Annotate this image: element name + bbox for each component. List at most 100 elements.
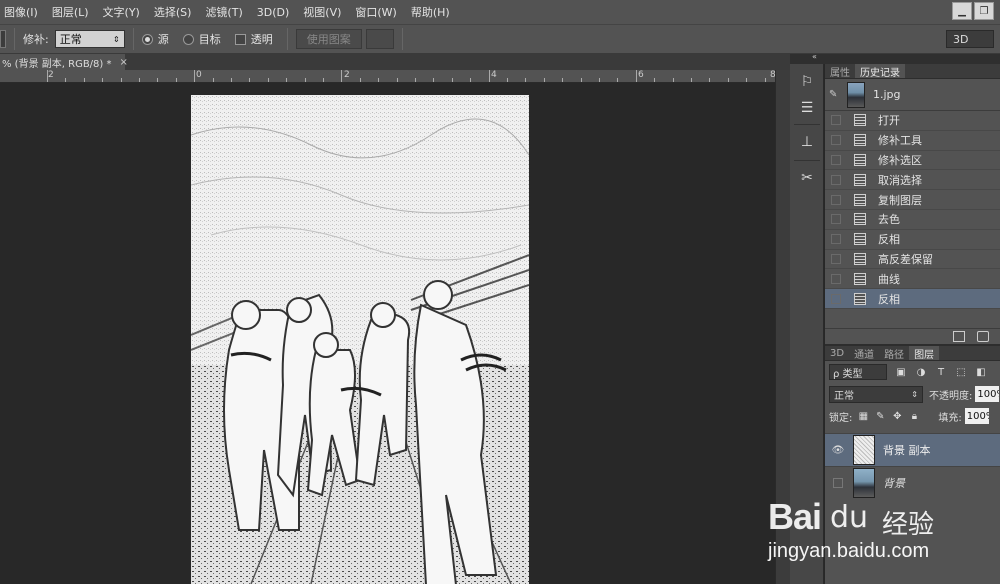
tab-3d[interactable]: 3D <box>825 346 849 360</box>
ruler-tick <box>378 78 380 82</box>
history-brush-source-icon[interactable]: ✎ <box>829 89 843 100</box>
history-item[interactable]: 高反差保留 <box>825 250 1000 270</box>
document-tab[interactable]: % (背景 副本, RGB/8) * × <box>0 54 128 70</box>
menu-image[interactable]: 图像(I) <box>0 4 45 20</box>
repair-label: 修补: <box>23 33 49 46</box>
history-item[interactable]: 修补选区 <box>825 151 1000 171</box>
ruler-tick <box>249 78 251 82</box>
menu-filter[interactable]: 滤镜(T) <box>198 4 249 20</box>
lock-image-icon[interactable]: ✎ <box>874 410 886 422</box>
minimize-button[interactable]: ▁ <box>952 2 972 20</box>
history-footer <box>825 328 1000 344</box>
tab-paths[interactable]: 路径 <box>879 346 909 361</box>
brush-icon[interactable]: ⚐ <box>797 72 817 92</box>
history-item[interactable]: 取消选择 <box>825 170 1000 191</box>
ruler-tick <box>599 78 600 82</box>
eye-icon[interactable]: 👁︎ <box>829 443 847 457</box>
smart-object-filter-icon[interactable]: ◧ <box>975 366 987 378</box>
history-item-selected[interactable]: 反相 <box>825 289 1000 309</box>
restore-button[interactable]: ❐ <box>974 2 994 20</box>
transparent-checkbox[interactable] <box>234 33 246 45</box>
opacity-input[interactable]: 100% <box>975 386 1000 402</box>
collapse-arrows-icon: « <box>812 52 817 61</box>
document-state-icon <box>854 292 866 305</box>
lock-row: 锁定: ▦ ✎ ✥ 🔒︎ 填充: 100% <box>825 405 1000 427</box>
repair-mode-select[interactable]: 正常 ⇕ <box>54 30 125 48</box>
layer-row-background[interactable]: 背景 <box>825 466 1000 499</box>
ruler-tick <box>580 78 582 82</box>
adjust-sliders-icon[interactable]: ☰ <box>797 98 817 118</box>
window-controls: ▁ ❐ <box>952 2 994 20</box>
close-icon[interactable]: × <box>120 57 128 68</box>
history-item-label: 反相 <box>878 292 900 306</box>
opacity-label: 不透明度: <box>929 390 973 402</box>
history-source-checkbox[interactable] <box>831 214 841 225</box>
ruler-label: 2 <box>344 70 350 80</box>
ruler-tick <box>65 78 67 82</box>
tab-channels[interactable]: 通道 <box>849 346 879 361</box>
menu-type[interactable]: 文字(Y) <box>96 4 147 20</box>
menu-view[interactable]: 视图(V) <box>296 4 348 20</box>
clone-stamp-icon[interactable]: ⊥ <box>797 132 817 152</box>
use-pattern-button[interactable]: 使用图案 <box>295 29 362 49</box>
lock-all-icon[interactable]: 🔒︎ <box>908 410 920 422</box>
tab-properties[interactable]: 属性 <box>825 64 855 79</box>
pixel-filter-icon[interactable]: ▣ <box>895 366 907 378</box>
history-item[interactable]: 反相 <box>825 230 1000 250</box>
blend-mode-select[interactable]: 正常 ⇕ <box>829 385 923 403</box>
shape-filter-icon[interactable]: ⬚ <box>955 366 967 378</box>
visibility-toggle[interactable] <box>833 478 843 488</box>
ruler-tick <box>507 78 508 82</box>
menu-window[interactable]: 窗口(W) <box>348 4 403 20</box>
history-item[interactable]: 打开 <box>825 111 1000 131</box>
repair-mode-value: 正常 <box>59 33 82 46</box>
fill-input[interactable]: 100% <box>964 408 989 424</box>
document-image[interactable] <box>191 95 529 584</box>
history-source-checkbox[interactable] <box>831 154 841 165</box>
tab-layers[interactable]: 图层 <box>909 346 940 361</box>
history-item[interactable]: 修补工具 <box>825 131 1000 151</box>
history-item[interactable]: 曲线 <box>825 269 1000 290</box>
canvas-area[interactable] <box>0 83 775 584</box>
layer-filter-select[interactable]: ρ 类型 <box>829 364 887 380</box>
history-source-checkbox[interactable] <box>831 273 841 284</box>
new-document-from-state-icon[interactable] <box>953 331 965 342</box>
crossed-tools-icon[interactable]: ✂ <box>797 168 817 188</box>
history-item[interactable]: 复制图层 <box>825 190 1000 210</box>
camera-icon[interactable] <box>977 331 989 342</box>
ruler-tick <box>267 78 269 82</box>
ruler-tick <box>157 78 159 82</box>
history-source-checkbox[interactable] <box>831 115 841 126</box>
history-item[interactable]: 去色 <box>825 210 1000 230</box>
menu-select[interactable]: 选择(S) <box>147 4 199 20</box>
history-source-checkbox[interactable] <box>831 234 841 245</box>
history-source-checkbox[interactable] <box>831 174 841 185</box>
ruler-tick <box>727 78 729 82</box>
ruler-tick <box>562 78 564 82</box>
history-snapshot[interactable]: ✎ 1.jpg <box>825 79 1000 111</box>
target-radio[interactable] <box>182 33 194 45</box>
source-radio[interactable] <box>141 33 153 45</box>
history-item-label: 去色 <box>878 213 900 227</box>
history-source-checkbox[interactable] <box>831 135 841 146</box>
lock-position-icon[interactable]: ✥ <box>891 410 903 422</box>
tab-history[interactable]: 历史记录 <box>855 64 905 79</box>
menu-layer[interactable]: 图层(L) <box>45 4 96 20</box>
pattern-picker[interactable] <box>365 29 394 49</box>
history-source-checkbox[interactable] <box>831 293 841 304</box>
history-list: 打开 修补工具 修补选区 取消选择 复制图层 去色 反相 高反差保留 曲线 反相 <box>825 111 1000 309</box>
menu-help[interactable]: 帮助(H) <box>404 4 457 20</box>
layer-row-background-copy[interactable]: 👁︎ 背景 副本 <box>825 433 1000 466</box>
lock-transparent-icon[interactable]: ▦ <box>857 410 869 422</box>
ruler-tick <box>617 78 619 82</box>
adjustment-filter-icon[interactable]: ◑ <box>915 366 927 378</box>
history-source-checkbox[interactable] <box>831 194 841 205</box>
panel-collapse-bar[interactable]: « <box>790 52 1000 64</box>
history-source-checkbox[interactable] <box>831 253 841 264</box>
workspace-select[interactable]: 3D <box>946 30 994 48</box>
paw-icon: du <box>830 500 869 535</box>
type-filter-icon[interactable]: T <box>935 366 947 378</box>
ruler-tick <box>231 78 232 82</box>
menu-3d[interactable]: 3D(D) <box>250 6 297 19</box>
tool-preset-picker[interactable] <box>0 30 6 48</box>
